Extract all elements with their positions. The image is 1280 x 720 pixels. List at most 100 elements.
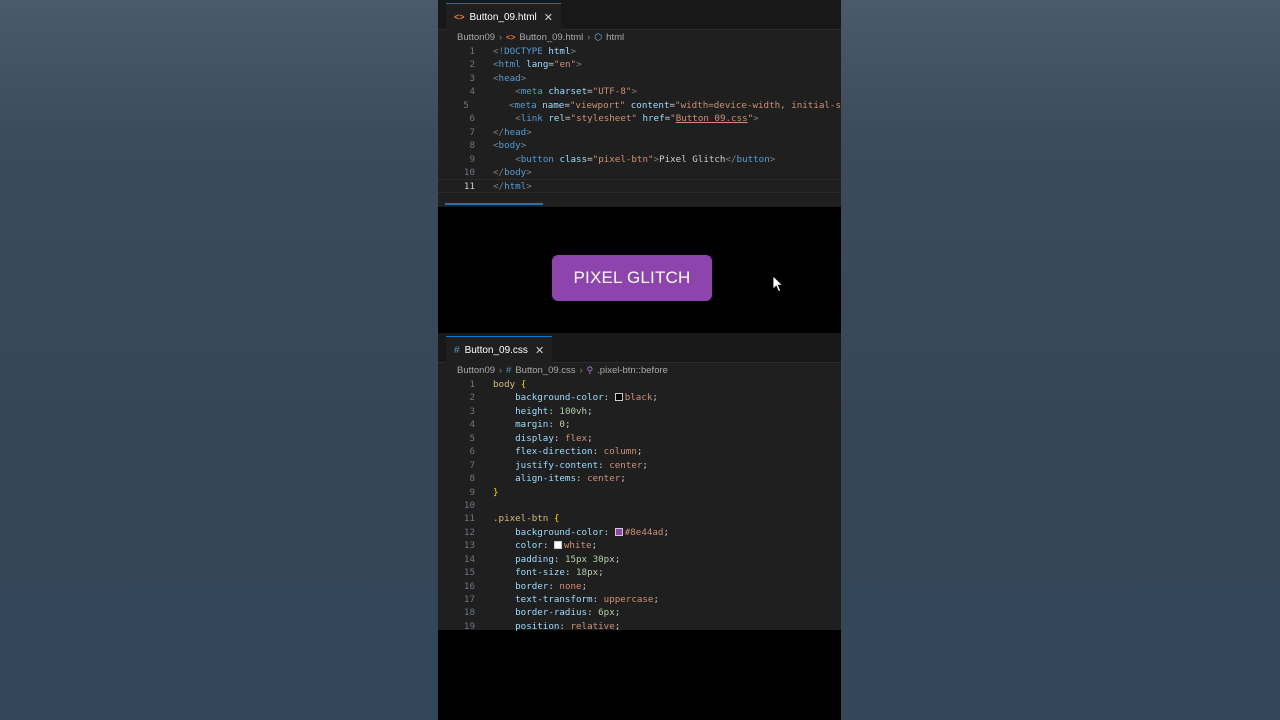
color-swatch bbox=[614, 527, 623, 536]
code-token: font-size bbox=[515, 567, 565, 579]
code-token: uppercase bbox=[603, 594, 654, 605]
code-line[interactable]: 2 <html lang="en"> bbox=[438, 58, 841, 71]
chevron-right-icon: › bbox=[587, 32, 591, 42]
code-token: : bbox=[553, 553, 565, 565]
code-line[interactable]: 16 border: none; bbox=[438, 580, 841, 593]
code-line[interactable]: 6 <link rel="stylesheet" href="Button_09… bbox=[438, 112, 841, 125]
css-file-icon: # bbox=[506, 364, 512, 376]
code-line[interactable]: 6 flex-direction: column; bbox=[438, 445, 841, 458]
code-token: DOCTYPE bbox=[504, 46, 543, 57]
breadcrumb-folder[interactable]: Button09 bbox=[457, 32, 495, 43]
code-line[interactable]: 18 border-radius: 6px; bbox=[438, 606, 841, 619]
code-line[interactable]: 13 color: white; bbox=[438, 539, 841, 552]
code-line[interactable]: 1 <!DOCTYPE html> bbox=[438, 45, 841, 58]
code-line[interactable]: 9} bbox=[438, 486, 841, 499]
horizontal-scrollbar[interactable] bbox=[445, 203, 543, 205]
code-line[interactable]: 2 background-color: black; bbox=[438, 391, 841, 404]
css-code-area[interactable]: 1 body {2 background-color: black; 3 heigh… bbox=[438, 377, 841, 633]
code-token: html bbox=[548, 46, 571, 57]
code-token: > bbox=[631, 86, 637, 98]
breadcrumb-file[interactable]: Button_09.html bbox=[519, 32, 583, 43]
code-token: body bbox=[498, 140, 521, 152]
code-token: </ bbox=[493, 166, 505, 178]
code-token: border bbox=[515, 580, 549, 592]
code-token: ; bbox=[636, 446, 643, 458]
code-token: html bbox=[504, 181, 527, 193]
code-line[interactable]: 9 <button class="pixel-btn">Pixel Glitch… bbox=[438, 153, 841, 166]
code-token: ; bbox=[581, 580, 588, 592]
code-token: head bbox=[498, 72, 521, 84]
code-token: body bbox=[504, 166, 527, 178]
code-line[interactable]: 5 <meta name="viewport" content="width=d… bbox=[438, 99, 841, 112]
color-swatch bbox=[553, 541, 562, 550]
code-token: meta bbox=[514, 99, 537, 111]
html-file-icon: <> bbox=[454, 12, 465, 22]
code-line[interactable]: 10 </body> bbox=[438, 166, 841, 179]
line-number: 8 bbox=[469, 140, 475, 152]
code-line[interactable]: 3 <head> bbox=[438, 72, 841, 85]
code-token: > bbox=[526, 181, 532, 193]
code-token: ; bbox=[587, 432, 593, 444]
tab-button-09-html[interactable]: <> Button_09.html ✕ bbox=[446, 3, 561, 30]
code-line[interactable]: 4 <meta charset="UTF-8"> bbox=[438, 85, 841, 98]
breadcrumb-folder[interactable]: Button09 bbox=[457, 365, 495, 376]
line-number: 5 bbox=[463, 99, 469, 111]
mouse-pointer-icon bbox=[772, 275, 784, 293]
code-token: : bbox=[548, 419, 560, 431]
code-token: button bbox=[736, 153, 770, 165]
code-token: "width=device-width, initial-s bbox=[675, 99, 841, 111]
code-line[interactable]: 3 height: 100vh; bbox=[438, 405, 841, 418]
code-line[interactable]: 10 bbox=[438, 499, 841, 512]
breadcrumb-symbol[interactable]: .pixel-btn::before bbox=[597, 365, 668, 376]
line-number: 12 bbox=[463, 526, 475, 538]
html-tab-bar: <> Button_09.html ✕ bbox=[438, 0, 841, 30]
code-token: 6px bbox=[598, 607, 615, 619]
code-line[interactable]: 11 </html> bbox=[438, 179, 841, 193]
line-number: 11 bbox=[463, 513, 475, 525]
close-icon[interactable]: ✕ bbox=[544, 11, 553, 24]
breadcrumb-file[interactable]: Button_09.css bbox=[515, 365, 575, 376]
html-code-area[interactable]: 1 <!DOCTYPE html> 2 <html lang="en"> 3 <head>… bbox=[438, 44, 841, 193]
code-line[interactable]: 8 align-items: center; bbox=[438, 472, 841, 485]
line-number: 3 bbox=[469, 405, 475, 417]
code-text: body { bbox=[475, 378, 526, 391]
line-number: 9 bbox=[469, 153, 475, 165]
code-line[interactable]: 5 display: flex; bbox=[438, 432, 841, 445]
code-token: ; bbox=[564, 419, 571, 431]
code-line[interactable]: 7 justify-content: center; bbox=[438, 459, 841, 472]
code-token: ; bbox=[663, 526, 670, 538]
css-tab-bar: # Button_09.css ✕ bbox=[438, 333, 841, 363]
code-text: </head> bbox=[475, 126, 532, 139]
code-line[interactable]: 15 font-size: 18px; bbox=[438, 566, 841, 579]
pixel-glitch-button[interactable]: Pixel Glitch bbox=[552, 255, 712, 301]
code-text: padding: 15px 30px; bbox=[475, 553, 620, 566]
line-number: 4 bbox=[469, 86, 475, 98]
code-line[interactable]: 11 .pixel-btn { bbox=[438, 512, 841, 525]
code-token: rel bbox=[548, 113, 565, 125]
code-token: background-color bbox=[515, 526, 604, 538]
code-token: : bbox=[564, 567, 577, 579]
breadcrumb-symbol[interactable]: html bbox=[606, 32, 624, 43]
code-token: : bbox=[598, 459, 610, 471]
code-line[interactable]: 7 </head> bbox=[438, 126, 841, 139]
code-line[interactable]: 19 position: relative; bbox=[438, 620, 841, 633]
code-token: none bbox=[559, 580, 582, 592]
code-token: justify-content bbox=[515, 459, 599, 471]
code-line[interactable]: 8 <body> bbox=[438, 139, 841, 152]
code-token: border-radius bbox=[515, 607, 588, 619]
close-icon[interactable]: ✕ bbox=[535, 344, 544, 357]
code-text: <body> bbox=[475, 139, 526, 152]
code-line[interactable]: 4 margin: 0; bbox=[438, 418, 841, 431]
code-line[interactable]: 17 text-transform: uppercase; bbox=[438, 593, 841, 606]
code-line[interactable]: 14 padding: 15px 30px; bbox=[438, 553, 841, 566]
code-line[interactable]: 1 body { bbox=[438, 378, 841, 391]
code-text: <!DOCTYPE html> bbox=[475, 45, 576, 58]
code-text: background-color: #8e44ad; bbox=[475, 526, 669, 539]
code-line[interactable]: 12 background-color: #8e44ad; bbox=[438, 526, 841, 539]
line-number: 17 bbox=[463, 594, 475, 605]
tab-button-09-css[interactable]: # Button_09.css ✕ bbox=[446, 336, 553, 363]
code-token: { bbox=[520, 379, 527, 390]
